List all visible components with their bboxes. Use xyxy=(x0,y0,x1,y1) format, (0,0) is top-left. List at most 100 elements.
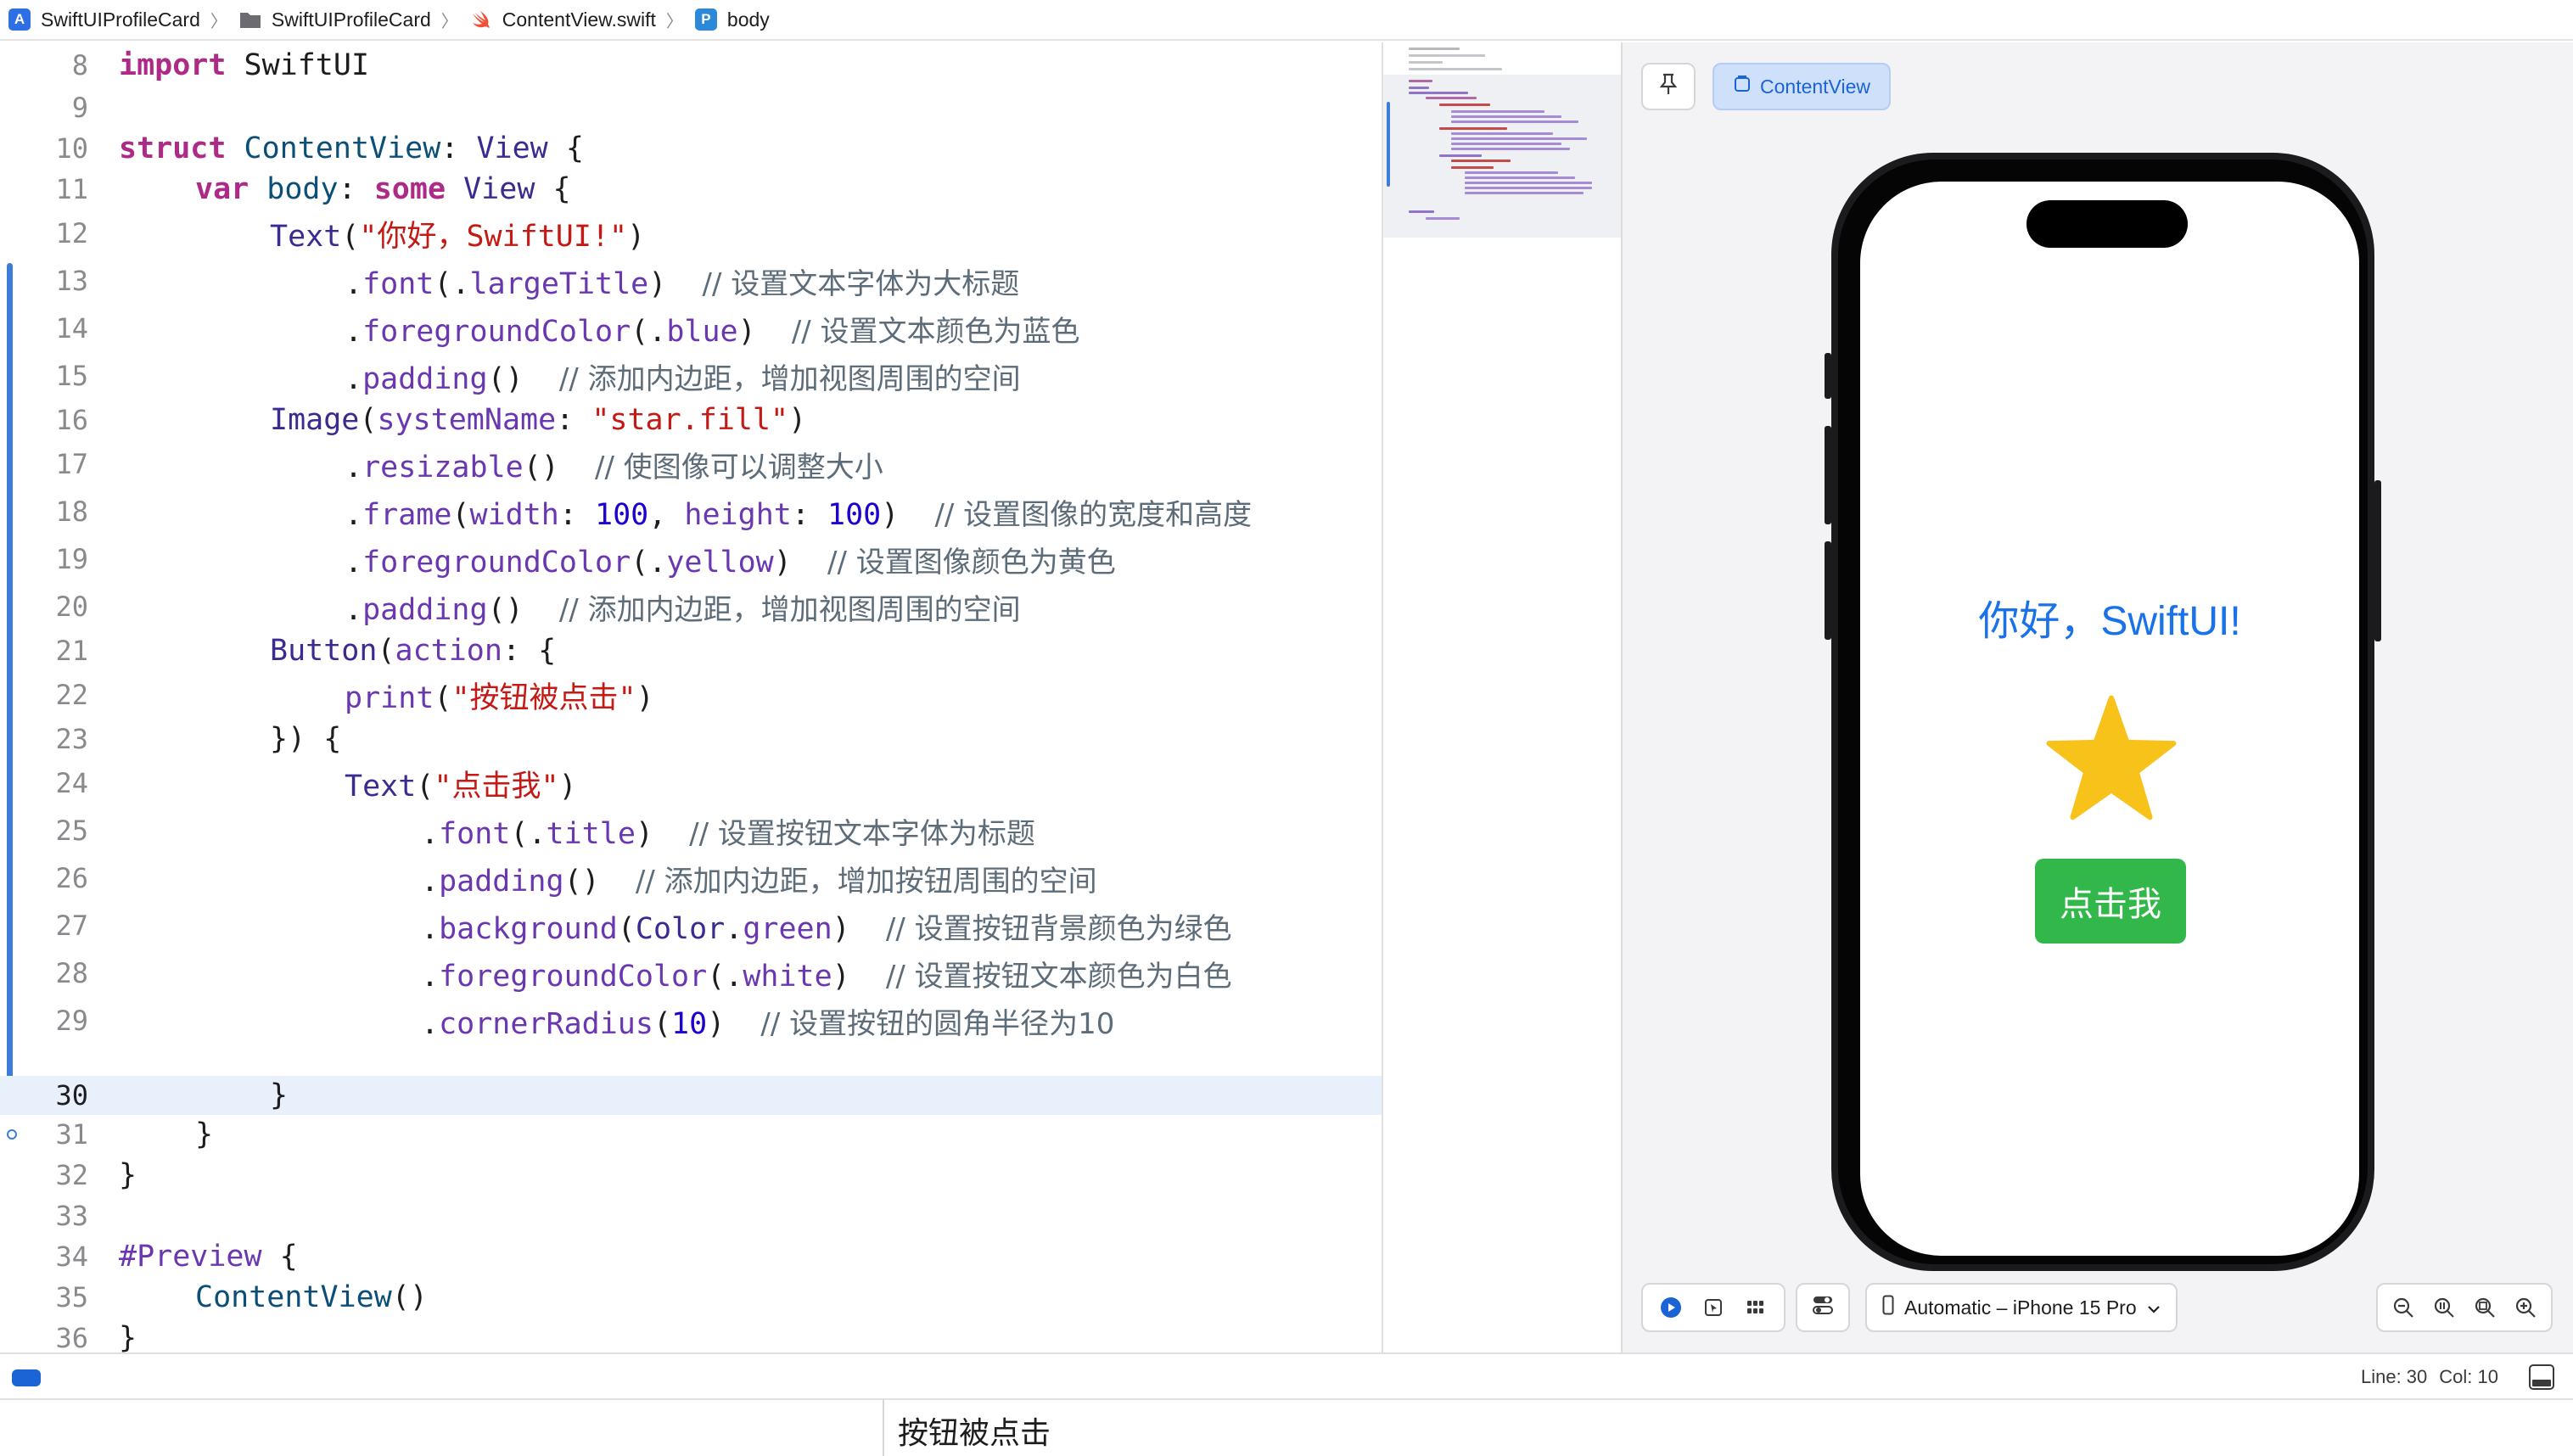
volume-down-button xyxy=(1825,541,1831,640)
code-minimap[interactable] xyxy=(1382,42,1621,1352)
code-token: ) xyxy=(881,497,900,532)
code-line[interactable]: 26 .padding() // 添加内边距，增加按钮周围的空间 xyxy=(0,855,1382,901)
breadcrumb-item-project[interactable]: A SwiftUIProfileCard xyxy=(8,0,200,40)
code-editor[interactable]: 8 import SwiftUI 9 10 struct ContentView… xyxy=(0,42,1382,1352)
code-token: 100 xyxy=(595,497,649,532)
selectable-mode-icon[interactable] xyxy=(1700,1294,1727,1321)
zoom-out-icon[interactable] xyxy=(2390,1294,2417,1321)
breadcrumb-item-folder[interactable]: SwiftUIProfileCard xyxy=(239,0,431,40)
debug-console[interactable]: 按钮被点击 xyxy=(0,1400,2573,1456)
chevron-down-icon xyxy=(2147,1296,2161,1319)
line-number: 36 xyxy=(55,1322,88,1352)
code-token: } xyxy=(195,1117,214,1151)
code-line[interactable]: 9 xyxy=(0,85,1382,131)
pin-preview-button[interactable] xyxy=(1641,63,1696,110)
current-code-line[interactable]: 30 } xyxy=(0,1076,1382,1115)
code-token: } xyxy=(270,1078,289,1112)
code-token: 100 xyxy=(827,497,882,532)
code-line[interactable]: 19 .foregroundColor(.yellow) // 设置图像颜色为黄… xyxy=(0,536,1382,582)
code-line[interactable]: 16 Image(systemName: "star.fill") xyxy=(0,397,1382,443)
code-token: frame xyxy=(362,497,452,532)
code-line[interactable]: 14 .foregroundColor(.blue) // 设置文本颜色为蓝色 xyxy=(0,305,1382,351)
code-line[interactable]: 22 print("按钮被点击") xyxy=(0,672,1382,718)
zoom-to-fit-icon[interactable] xyxy=(2471,1294,2498,1321)
line-number: 23 xyxy=(55,723,88,755)
breadcrumb-item-symbol[interactable]: P body xyxy=(694,0,770,40)
power-button xyxy=(2374,480,2381,641)
breadcrumb: A SwiftUIProfileCard 〉 SwiftUIProfileCar… xyxy=(0,0,2573,41)
code-token: ) xyxy=(558,769,577,804)
code-comment: // 设置按钮文本颜色为白色 xyxy=(885,959,1232,994)
device-selector[interactable]: Automatic – iPhone 15 Pro xyxy=(1865,1283,2178,1332)
code-token: body xyxy=(249,172,339,206)
folder-icon xyxy=(239,8,261,31)
code-line[interactable]: 33 xyxy=(0,1196,1382,1235)
code-token: (. xyxy=(631,314,667,349)
code-line[interactable]: 17 .resizable() // 使图像可以调整大小 xyxy=(0,441,1382,487)
console-divider[interactable] xyxy=(883,1400,884,1456)
code-line[interactable]: 8 import SwiftUI xyxy=(0,42,1382,88)
line-number: 29 xyxy=(55,1005,88,1037)
zoom-in-icon[interactable] xyxy=(2512,1294,2539,1321)
code-line[interactable]: 15 .padding() // 添加内边距，增加视图周围的空间 xyxy=(0,353,1382,399)
code-line[interactable]: 11 var body: some View { xyxy=(0,166,1382,212)
code-line[interactable]: 13 .font(.largeTitle) // 设置文本字体为大标题 xyxy=(0,258,1382,304)
code-line[interactable]: 23 }) { xyxy=(0,716,1382,762)
code-token: () xyxy=(487,361,524,396)
code-line[interactable]: 28 .foregroundColor(.white) // 设置按钮文本颜色为… xyxy=(0,950,1382,996)
code-comment: // 设置文本颜色为蓝色 xyxy=(791,314,1080,349)
code-token: View xyxy=(446,172,535,206)
device-settings-button[interactable] xyxy=(1796,1283,1850,1332)
code-line[interactable]: 31 } xyxy=(0,1115,1382,1154)
code-token: . xyxy=(421,864,440,899)
code-token: (. xyxy=(707,959,743,994)
code-comment: // 设置按钮文本字体为标题 xyxy=(689,816,1035,851)
code-line[interactable]: 25 .font(.title) // 设置按钮文本字体为标题 xyxy=(0,808,1382,854)
zoom-actual-size-icon[interactable] xyxy=(2430,1294,2458,1321)
code-line[interactable]: 34 #Preview { xyxy=(0,1237,1382,1276)
volume-up-button xyxy=(1825,426,1831,524)
line-number: 13 xyxy=(55,265,88,297)
preview-tab-contentview[interactable]: ContentView xyxy=(1713,63,1891,110)
debug-area-toggle[interactable] xyxy=(12,1369,41,1386)
code-line[interactable]: 36 } xyxy=(0,1319,1382,1352)
code-comment: // 使图像可以调整大小 xyxy=(595,450,883,484)
live-preview-icon[interactable] xyxy=(1657,1294,1685,1321)
code-token: #Preview xyxy=(119,1240,262,1274)
line-number: 11 xyxy=(55,173,88,205)
code-token: () xyxy=(523,450,559,484)
code-line[interactable]: 32 } xyxy=(0,1156,1382,1195)
code-line[interactable]: 12 Text("你好，SwiftUI!") xyxy=(0,210,1382,256)
code-line[interactable]: 27 .background(Color.green) // 设置按钮背景颜色为… xyxy=(0,903,1382,949)
code-token: : xyxy=(338,172,374,206)
code-line[interactable]: 29 .cornerRadius(10) // 设置按钮的圆角半径为10 xyxy=(0,998,1382,1044)
variants-icon[interactable] xyxy=(1742,1294,1769,1321)
code-token: Text xyxy=(270,219,342,254)
line-number: 30 xyxy=(55,1079,88,1112)
code-token: (. xyxy=(434,266,470,301)
code-token: padding xyxy=(362,361,488,396)
code-line[interactable]: 18 .frame(width: 100, height: 100) // 设置… xyxy=(0,489,1382,535)
line-number: 31 xyxy=(55,1118,88,1151)
tap-me-button[interactable]: 点击我 xyxy=(2035,859,2186,944)
code-token: () xyxy=(487,592,524,627)
code-token: resizable xyxy=(362,450,524,484)
minimap-viewport[interactable] xyxy=(1383,75,1621,238)
code-line[interactable]: 20 .padding() // 添加内边距，增加视图周围的空间 xyxy=(0,584,1382,630)
panel-toggle-icon[interactable] xyxy=(2529,1364,2554,1390)
code-line[interactable]: 24 Text("点击我") xyxy=(0,760,1382,806)
code-token: yellow xyxy=(666,545,774,580)
device-screen[interactable]: 你好，SwiftUI! 点击我 xyxy=(1860,182,2359,1256)
line-number: 24 xyxy=(55,767,88,799)
code-token: { xyxy=(261,1240,298,1274)
code-line[interactable]: 35 ContentView() xyxy=(0,1278,1382,1317)
code-token: ( xyxy=(416,769,434,804)
zoom-controls xyxy=(2376,1283,2553,1332)
code-token: foregroundColor xyxy=(439,959,708,994)
breadcrumb-item-file[interactable]: ContentView.swift xyxy=(470,0,656,40)
code-line[interactable]: 10 struct ContentView: View { xyxy=(0,126,1382,171)
console-output: 按钮被点击 xyxy=(898,1416,1051,1451)
code-token: Image xyxy=(270,403,360,437)
line-number: 33 xyxy=(55,1200,88,1232)
code-line[interactable]: 21 Button(action: { xyxy=(0,628,1382,674)
